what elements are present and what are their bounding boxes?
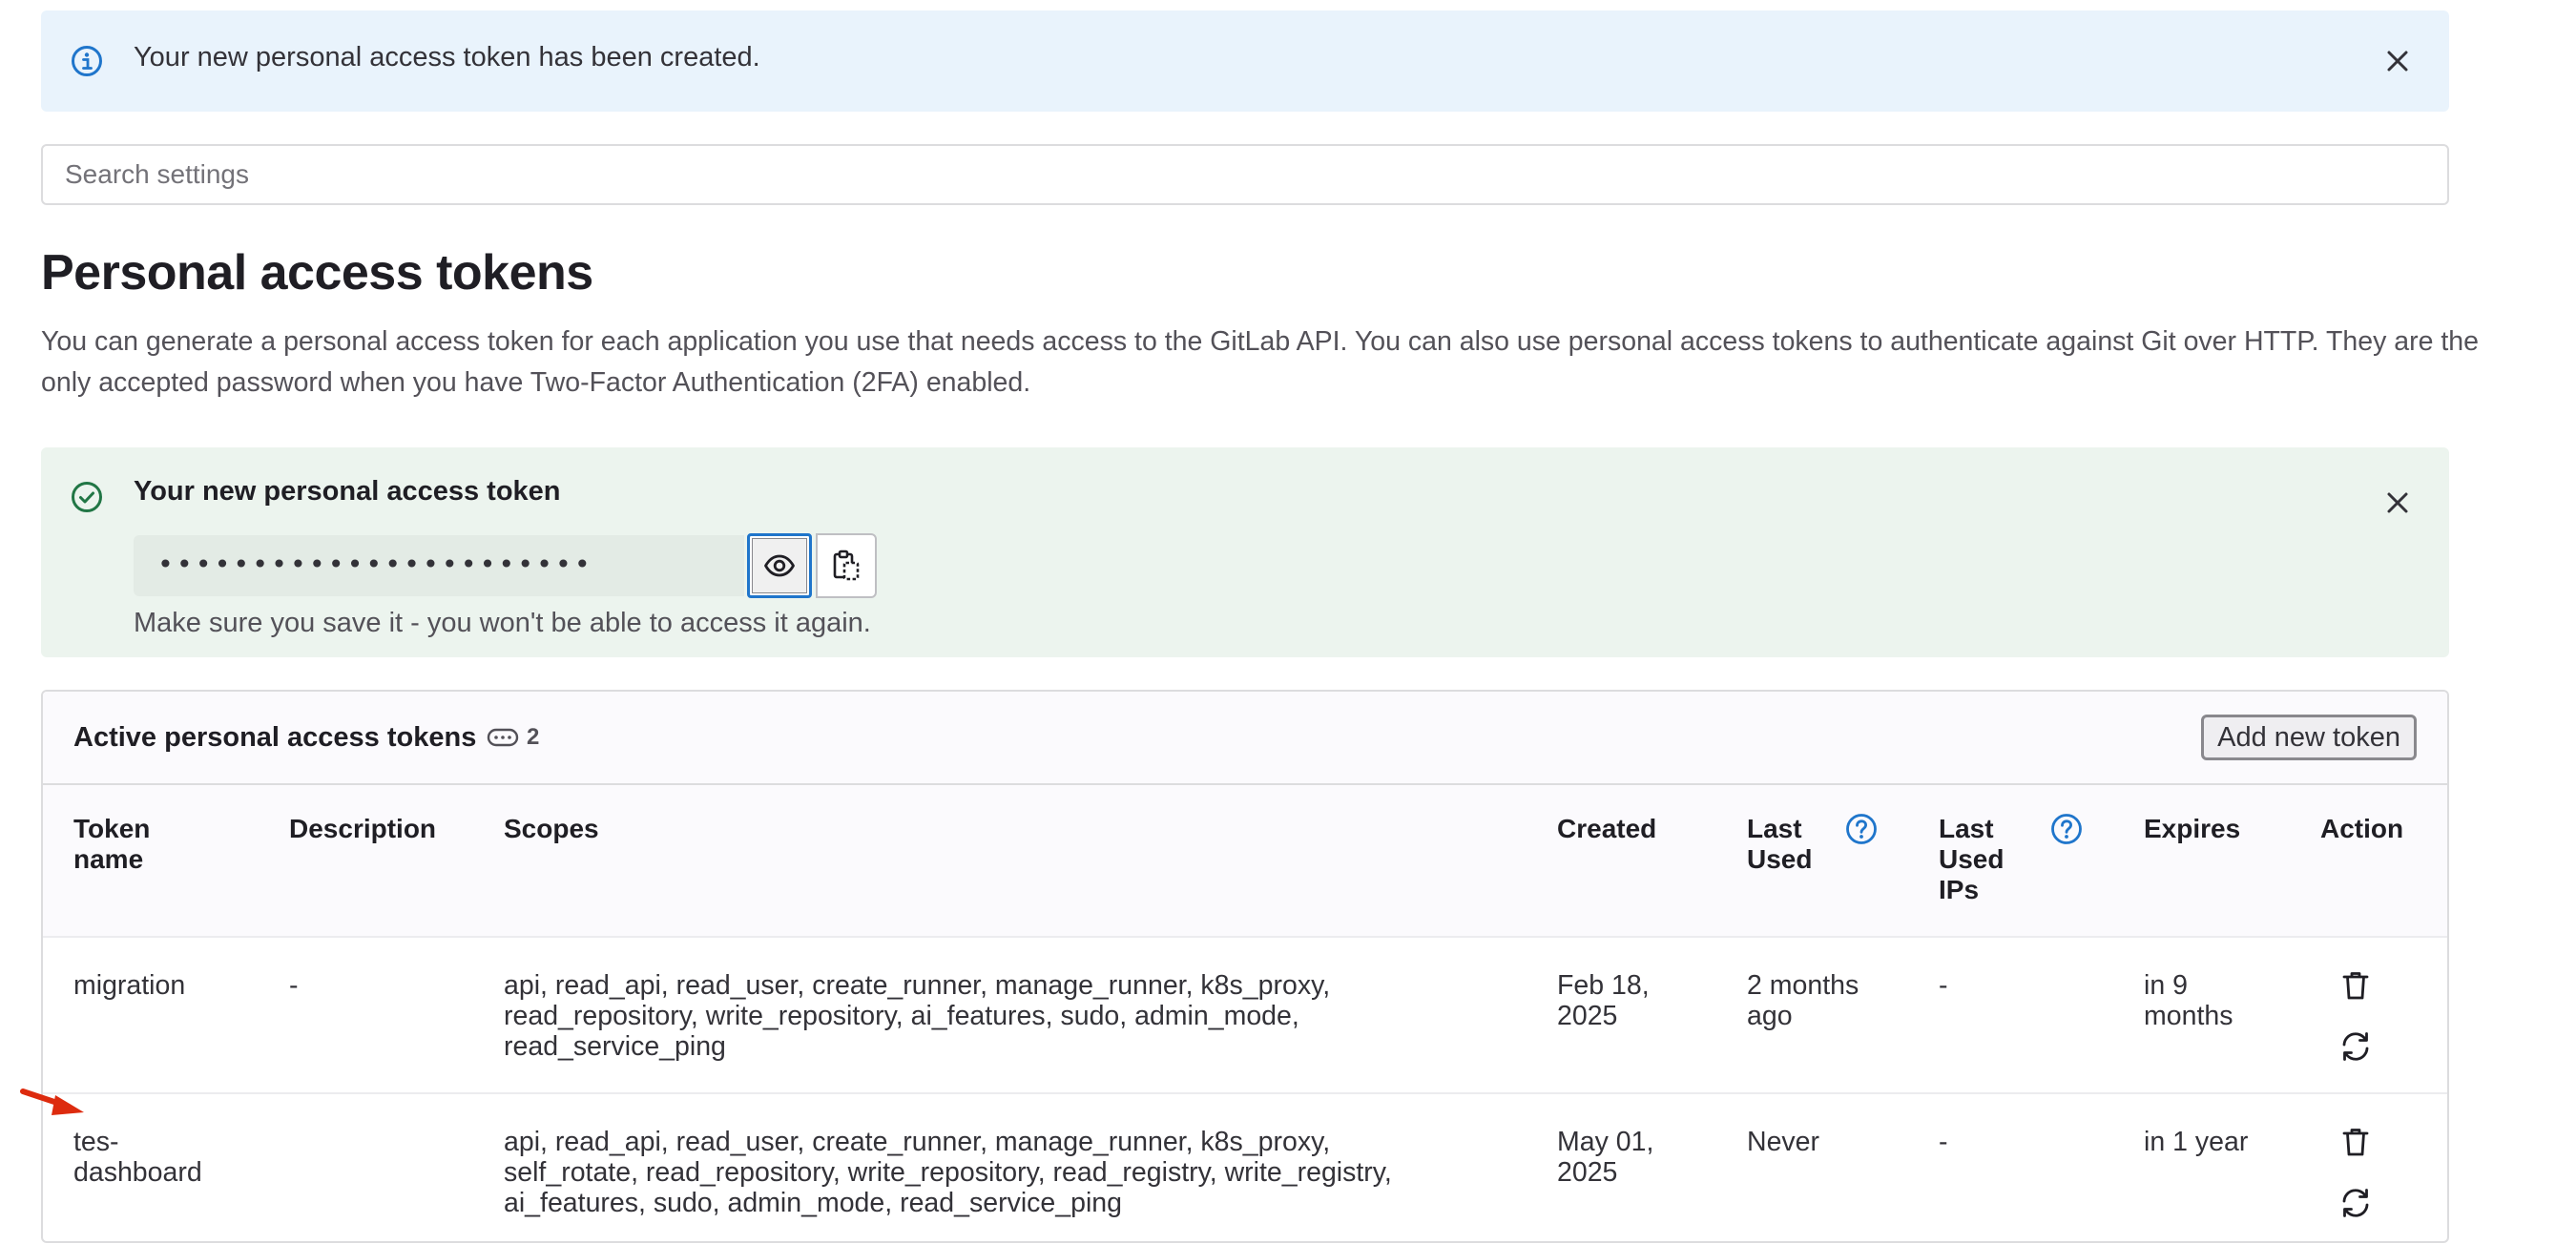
- last-used-cell: 2 months ago: [1747, 970, 1859, 1031]
- rotate-token-button[interactable]: [2335, 1026, 2377, 1068]
- token-count: 2: [527, 724, 540, 750]
- copy-token-button[interactable]: [816, 533, 877, 598]
- scopes-cell: api, read_api, read_user, create_runner,…: [504, 1127, 1392, 1218]
- last-used-ips-help-icon[interactable]: [2049, 812, 2084, 846]
- column-description: Description: [289, 814, 437, 843]
- created-cell: Feb 18, 2025: [1557, 970, 1650, 1031]
- created-cell: May 01, 2025: [1557, 1127, 1654, 1188]
- table-row: tes-dashboard api, read_api, read_user, …: [43, 1094, 2447, 1241]
- token-count-badge: 2: [487, 724, 539, 751]
- new-token-alert: Your new personal access token •••••••••…: [41, 447, 2449, 657]
- column-action: Action: [2320, 814, 2404, 843]
- alert-message: Your new personal access token has been …: [134, 42, 760, 73]
- red-arrow-annotation: [20, 1088, 84, 1115]
- new-token-heading: Your new personal access token: [134, 476, 561, 507]
- last-used-help-icon[interactable]: [1844, 812, 1879, 846]
- retry-icon: [2342, 1189, 2369, 1217]
- page-title: Personal access tokens: [41, 245, 593, 301]
- column-created: Created: [1557, 814, 1657, 843]
- new-token-field[interactable]: •••••••••••••••••••••••: [134, 535, 744, 596]
- last-used-ips-cell: -: [1939, 1127, 1948, 1157]
- last-used-cell: Never: [1747, 1127, 1820, 1157]
- retry-icon: [2342, 1032, 2369, 1061]
- table-header: Token name Description Scopes Created La…: [43, 785, 2447, 938]
- page-description: You can generate a personal access token…: [41, 326, 2480, 398]
- card-header: Active personal access tokens 2 Add new …: [43, 692, 2447, 785]
- toggle-visibility-button[interactable]: [747, 533, 812, 598]
- column-token-name: Token name: [73, 814, 151, 874]
- column-last-used: Last Used: [1747, 814, 1813, 874]
- close-icon: [2387, 492, 2408, 513]
- active-tokens-card: Active personal access tokens 2 Add new …: [41, 690, 2449, 1243]
- trash-icon: [2342, 972, 2369, 1000]
- token-created-alert: Your new personal access token has been …: [41, 10, 2449, 112]
- expires-cell: in 9 months: [2144, 970, 2233, 1031]
- save-token-note: Make sure you save it - you won't be abl…: [134, 608, 871, 638]
- table-row: migration - api, read_api, read_user, cr…: [43, 938, 2447, 1094]
- token-name-cell: tes-dashboard: [73, 1127, 202, 1188]
- token-icon: [487, 728, 519, 747]
- rotate-token-button[interactable]: [2335, 1182, 2377, 1224]
- info-circle-icon: [72, 46, 102, 76]
- add-new-token-button[interactable]: Add new token: [2201, 715, 2417, 760]
- column-expires: Expires: [2144, 814, 2241, 843]
- last-used-ips-cell: -: [1939, 970, 1948, 1001]
- column-last-used-ips: Last Used IPs: [1939, 814, 2005, 904]
- dismiss-new-token-button[interactable]: [2379, 484, 2417, 522]
- search-settings-input[interactable]: [41, 144, 2449, 205]
- description-cell: -: [289, 970, 299, 1001]
- revoke-token-button[interactable]: [2335, 1121, 2377, 1163]
- token-name-cell: migration: [73, 970, 186, 1001]
- check-circle-icon: [72, 482, 102, 512]
- card-title: Active personal access tokens: [73, 722, 477, 753]
- expires-cell: in 1 year: [2144, 1127, 2249, 1157]
- trash-icon: [2342, 1129, 2369, 1156]
- eye-icon: [764, 554, 795, 577]
- dismiss-alert-button[interactable]: [2379, 42, 2417, 80]
- close-icon: [2387, 51, 2408, 72]
- revoke-token-button[interactable]: [2335, 964, 2377, 1006]
- copy-to-clipboard-icon: [833, 549, 860, 581]
- column-scopes: Scopes: [504, 814, 599, 843]
- scopes-cell: api, read_api, read_user, create_runner,…: [504, 970, 1331, 1062]
